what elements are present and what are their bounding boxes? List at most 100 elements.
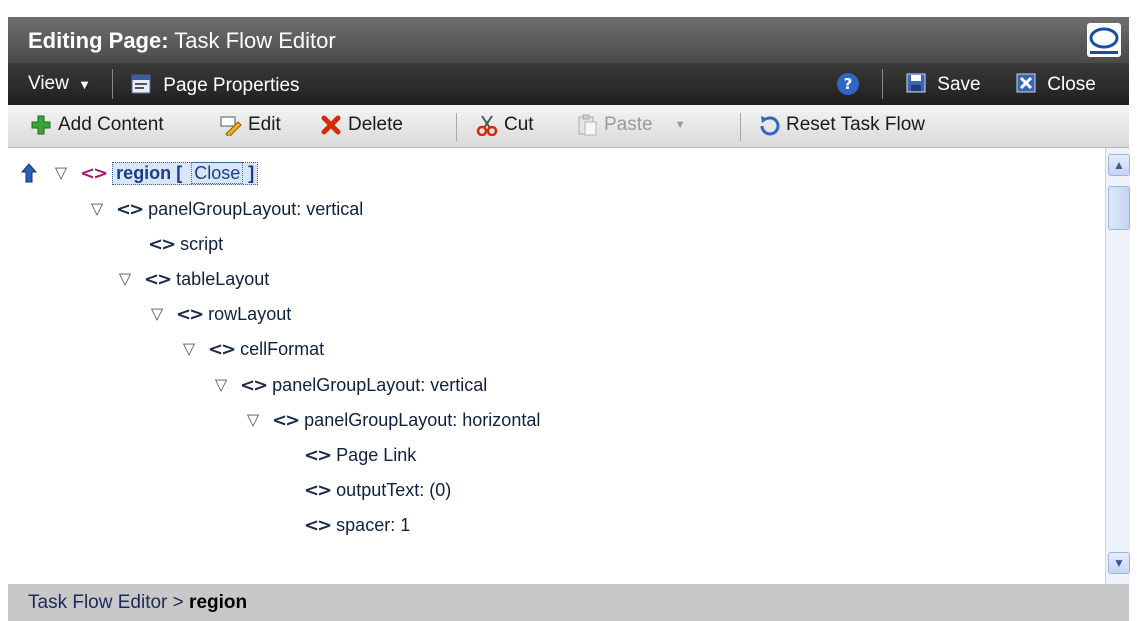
title-prefix: Editing Page: [28,28,169,53]
reset-icon [760,116,780,136]
paste-button[interactable]: Paste ▼ [576,114,685,136]
page-title: Editing Page: Task Flow Editor [28,28,336,54]
toolbar-divider [456,113,457,141]
reset-task-flow-button[interactable]: Reset Task Flow [758,114,925,136]
view-menu[interactable]: View ▼ [28,73,91,95]
paste-label: Paste [604,114,653,135]
delete-button[interactable]: Delete [320,114,403,136]
component-tag-icon: <> [144,268,172,290]
svg-text:?: ? [844,75,853,93]
cut-icon [476,115,498,136]
tree-row[interactable]: <> spacer: 1 [304,510,410,540]
component-tag-icon: <> [304,479,332,501]
tree-row[interactable]: ▽ <> tableLayout [116,264,269,294]
breadcrumb-separator: > [172,592,184,613]
collapse-toggle-icon[interactable]: ▽ [52,163,70,183]
tree-row[interactable]: ▽ <> panelGroupLayout: vertical [212,370,487,400]
breadcrumb-current: region [189,592,248,613]
delete-icon [321,115,341,135]
collapse-toggle-icon[interactable]: ▽ [212,375,230,395]
tree-row[interactable]: ▽ <> rowLayout [148,299,291,329]
reset-task-flow-label: Reset Task Flow [786,114,926,135]
component-tag-icon: <> [272,409,300,431]
tree-row[interactable]: ▽ <> cellFormat [180,334,324,364]
title-bar: Editing Page: Task Flow Editor [8,17,1129,63]
scrollbar-thumb[interactable] [1108,186,1130,230]
editing-toolbar: Add Content Edit Delete Cut Paste ▼ Rese… [8,105,1129,148]
tree-row[interactable]: <> outputText: (0) [304,475,451,505]
tree-node-label[interactable]: panelGroupLayout: vertical [148,199,363,220]
collapse-toggle-icon[interactable]: ▽ [148,304,166,324]
component-tag-icon: <> [304,444,332,466]
component-tree: ▽ <> region [ Close ] ▽ <> panelGroupLay… [8,148,1105,584]
tree-node-label[interactable]: panelGroupLayout: vertical [272,375,487,396]
menu-divider [112,69,113,99]
close-label: Close [1047,74,1096,95]
edit-icon [220,116,242,136]
edit-button[interactable]: Edit [220,114,281,136]
menu-divider [882,69,883,99]
save-icon [906,73,926,93]
chevron-down-icon: ▼ [78,77,91,92]
component-tag-icon: <> [240,374,268,396]
breadcrumb-trail: Task Flow Editor > region [28,592,247,614]
collapse-toggle-icon[interactable]: ▽ [244,410,262,430]
root-node-name: region [116,162,172,183]
tree-row[interactable]: <> Page Link [304,440,416,470]
add-content-button[interactable]: Add Content [30,114,164,136]
tree-node-label[interactable]: rowLayout [208,304,291,325]
page-properties-button[interactable]: Page Properties [130,73,300,97]
breadcrumb-parent-link[interactable]: Task Flow Editor [28,592,167,613]
scroll-up-icon[interactable]: ▲ [1108,154,1130,176]
component-tag-icon: <> [304,514,332,536]
cut-button[interactable]: Cut [476,114,534,136]
paste-icon [578,114,597,136]
tree-row[interactable]: ▽ <> panelGroupLayout: vertical [88,194,363,224]
collapse-toggle-icon[interactable]: ▽ [88,199,106,219]
tree-node-label[interactable]: Page Link [336,445,416,466]
tree-row[interactable]: <> script [148,229,223,259]
tree-node-label[interactable]: cellFormat [240,339,324,360]
view-menu-label: View [28,73,69,94]
tree-root-row[interactable]: ▽ <> region [ Close ] [20,158,259,188]
page-editor-window: Editing Page: Task Flow Editor View ▼ Pa… [8,8,1137,621]
component-tag-icon: <> [148,233,176,255]
tree-node-label[interactable]: outputText: (0) [336,480,451,501]
page-properties-label: Page Properties [163,75,300,96]
title-page-name: Task Flow Editor [174,28,336,53]
edit-label: Edit [248,114,281,135]
chevron-down-icon[interactable]: ▼ [675,119,686,131]
vertical-scrollbar[interactable]: ▲ ▼ [1105,148,1130,584]
tree-node-label[interactable]: spacer: 1 [336,515,410,536]
save-label: Save [937,74,981,95]
menu-bar: View ▼ Page Properties ? Save Close [8,63,1129,105]
scroll-down-icon[interactable]: ▼ [1108,552,1130,574]
collapse-toggle-icon[interactable]: ▽ [180,339,198,359]
close-button[interactable]: Close [1016,73,1096,96]
open-bracket: [ [176,162,183,183]
add-content-label: Add Content [58,114,164,135]
breadcrumb: Task Flow Editor > region [8,584,1129,621]
tree-node-label[interactable]: panelGroupLayout: horizontal [304,410,540,431]
tree-node-label[interactable]: script [180,234,223,255]
go-up-icon[interactable] [20,163,38,183]
close-region-link[interactable]: Close [191,161,244,184]
close-icon [1016,73,1036,93]
help-icon[interactable]: ? [836,72,860,96]
component-tag-icon: <> [176,303,204,325]
save-button[interactable]: Save [906,73,981,96]
close-bracket: ] [248,162,255,183]
delete-label: Delete [348,114,403,135]
collapse-toggle-icon[interactable]: ▽ [116,269,134,289]
component-tag-icon: <> [116,198,144,220]
component-tag-icon: <> [80,162,108,184]
toolbar-divider [740,113,741,141]
oracle-logo-icon [1087,23,1121,57]
component-tag-icon: <> [208,338,236,360]
cut-label: Cut [504,114,534,135]
tree-node-label[interactable]: region [ Close ] [112,161,259,185]
page-properties-icon [131,74,151,94]
tree-node-label[interactable]: tableLayout [176,269,269,290]
add-icon [31,115,51,135]
tree-row[interactable]: ▽ <> panelGroupLayout: horizontal [244,405,541,435]
